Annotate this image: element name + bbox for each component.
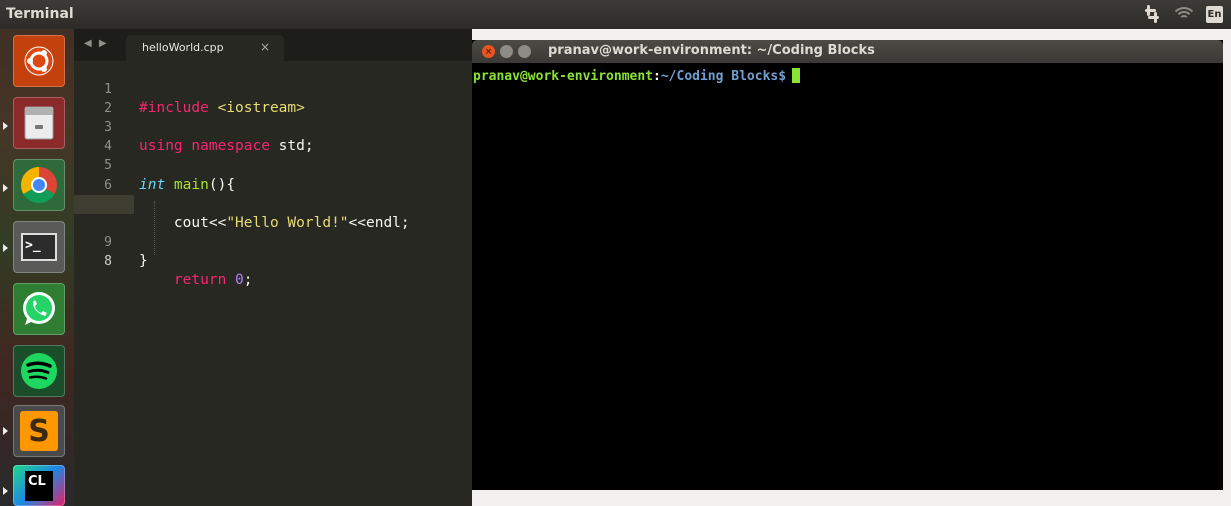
line-number-overlay: 8 bbox=[104, 253, 112, 269]
launcher: >_ S CL bbox=[0, 29, 74, 506]
spotify-icon bbox=[21, 353, 57, 389]
tab-close-icon[interactable]: × bbox=[260, 40, 270, 54]
terminal-icon: >_ bbox=[21, 233, 57, 261]
code-line: 4 bbox=[74, 118, 472, 154]
system-tray: En bbox=[1142, 4, 1223, 24]
launcher-item-terminal[interactable]: >_ bbox=[13, 221, 65, 273]
minimize-button[interactable] bbox=[500, 45, 513, 58]
terminal-titlebar[interactable]: × pranav@work-environment: ~/Coding Bloc… bbox=[472, 40, 1223, 63]
code-line: 6 bbox=[74, 156, 472, 193]
tab-label: helloWorld.cpp bbox=[142, 41, 224, 54]
text-cursor bbox=[792, 68, 801, 83]
code-editor: ◀ ▶ helloWorld.cpp × 1 #include <iostrea… bbox=[74, 29, 472, 506]
top-panel: Terminal En bbox=[0, 0, 1231, 29]
editor-tab-bar: ◀ ▶ helloWorld.cpp × bbox=[74, 29, 472, 61]
prompt-user-host: pranav@work-environment bbox=[473, 69, 654, 84]
launcher-item-clion[interactable]: CL bbox=[13, 465, 65, 506]
tab-navigation-arrows-icon[interactable]: ◀ ▶ bbox=[84, 38, 109, 49]
line-number: 9 bbox=[104, 234, 112, 250]
code-line: 5 int main(){ bbox=[74, 137, 472, 192]
code-line: 7 cout<<"Hello World!"<<endl; bbox=[74, 176, 472, 231]
terminal-window-title: pranav@work-environment: ~/Coding Blocks bbox=[548, 43, 875, 58]
launcher-item-spotify[interactable] bbox=[13, 345, 65, 397]
tab-helloworld-cpp[interactable]: helloWorld.cpp × bbox=[126, 35, 284, 61]
slack-icon[interactable] bbox=[1142, 4, 1162, 24]
clion-icon: CL bbox=[25, 470, 53, 501]
ubuntu-logo-icon bbox=[24, 46, 54, 76]
sublime-icon: S bbox=[20, 411, 58, 451]
chrome-icon bbox=[20, 167, 57, 204]
launcher-running-indicator bbox=[3, 427, 8, 435]
file-cabinet-icon bbox=[24, 106, 54, 140]
code-line: 9 } bbox=[74, 214, 472, 269]
punctuation: } bbox=[139, 252, 148, 269]
launcher-running-indicator bbox=[3, 244, 8, 252]
launcher-item-sublime-text[interactable]: S bbox=[13, 405, 65, 457]
maximize-button[interactable] bbox=[518, 45, 531, 58]
close-button[interactable]: × bbox=[482, 45, 495, 58]
shell-prompt: pranav@work-environment:~/Coding Blocks$ bbox=[473, 68, 801, 84]
launcher-item-ubuntu-dash[interactable] bbox=[13, 35, 65, 87]
wifi-icon[interactable] bbox=[1174, 6, 1194, 22]
active-app-title: Terminal bbox=[6, 6, 74, 22]
terminal-window: × pranav@work-environment: ~/Coding Bloc… bbox=[472, 40, 1223, 490]
code-line-active: 8 8 return 0; bbox=[74, 194, 472, 288]
prompt-separator: : bbox=[653, 69, 661, 84]
keyboard-language-icon[interactable]: En bbox=[1206, 5, 1223, 23]
code-line: 3 using namespace std; bbox=[74, 99, 472, 154]
punctuation: ; bbox=[243, 272, 253, 289]
code-line: 2 bbox=[74, 80, 472, 116]
keyword: return bbox=[139, 272, 227, 289]
launcher-item-whatsapp[interactable] bbox=[13, 283, 65, 335]
launcher-item-chrome[interactable] bbox=[13, 159, 65, 211]
whatsapp-icon bbox=[23, 292, 55, 325]
active-line-highlight bbox=[74, 194, 134, 214]
launcher-running-indicator bbox=[3, 122, 8, 130]
launcher-running-indicator bbox=[3, 184, 8, 192]
terminal-body[interactable]: pranav@work-environment:~/Coding Blocks$ bbox=[472, 63, 1223, 490]
code-line: 1 #include <iostream> bbox=[74, 61, 472, 116]
launcher-item-files[interactable] bbox=[13, 97, 65, 149]
prompt-path: ~/Coding Blocks$ bbox=[660, 69, 787, 84]
launcher-running-indicator bbox=[3, 487, 8, 495]
code-area[interactable]: 1 #include <iostream> 2 3 using namespac… bbox=[74, 61, 472, 288]
number-literal: 0 bbox=[226, 272, 244, 289]
